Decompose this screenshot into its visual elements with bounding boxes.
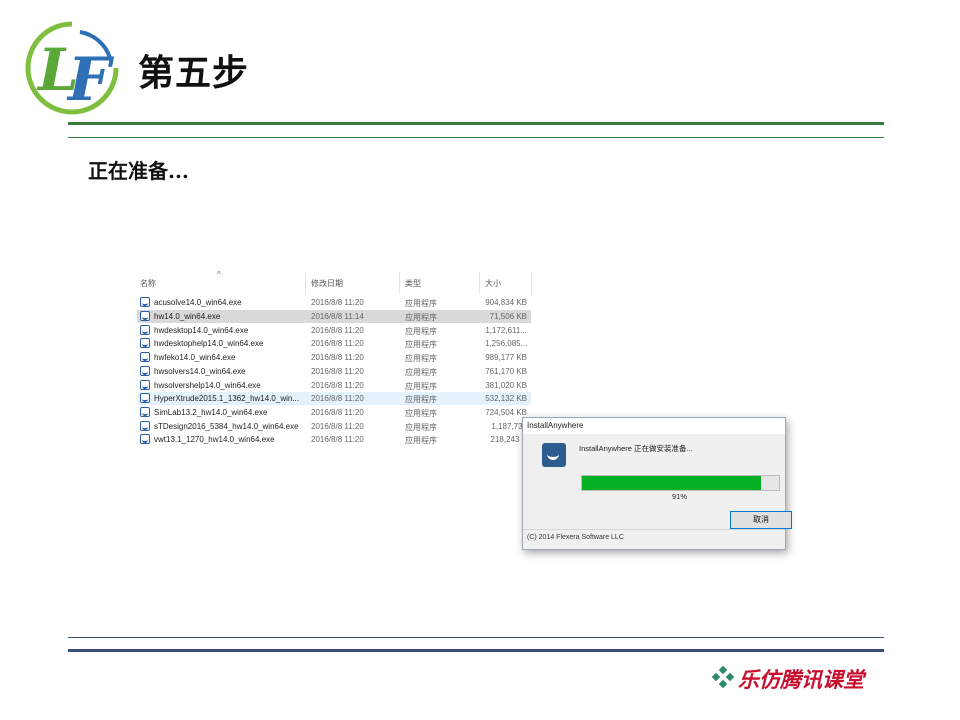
- file-row-selected[interactable]: hw14.0_win64.exe 2016/8/8 11:14 应用程序 71,506…: [137, 310, 531, 323]
- file-type: 应用程序: [405, 327, 437, 336]
- dialog-title: InstallAnywhere: [527, 421, 584, 430]
- copyright-text: (C) 2014 Flexera Software LLC: [527, 534, 624, 541]
- file-date: 2016/8/8 11:20: [311, 381, 364, 390]
- file-size: 71,506 KB: [489, 312, 527, 321]
- file-size: 218,243 K: [490, 435, 527, 444]
- executable-icon: [140, 407, 150, 417]
- column-header-name[interactable]: 名称: [140, 278, 156, 289]
- column-divider[interactable]: [479, 272, 480, 294]
- dialog-divider: [523, 529, 785, 530]
- file-size: 1,256,085...: [485, 339, 528, 348]
- file-date: 2016/8/8 11:20: [311, 298, 364, 307]
- column-divider[interactable]: [305, 272, 306, 294]
- file-row[interactable]: vwt13.1_1270_hw14.0_win64.exe 2016/8/8 11…: [137, 433, 531, 446]
- file-name: hwdesktophelp14.0_win64.exe: [154, 339, 264, 348]
- svg-text:F: F: [66, 45, 115, 115]
- file-size: 1,187,739: [491, 422, 527, 431]
- file-name: vwt13.1_1270_hw14.0_win64.exe: [154, 435, 275, 444]
- footer-rule-thin: [68, 637, 884, 638]
- file-date: 2016/8/8 11:20: [311, 339, 364, 348]
- file-name: SimLab13.2_hw14.0_win64.exe: [154, 408, 268, 417]
- file-type: 应用程序: [405, 436, 437, 445]
- column-divider[interactable]: [531, 272, 532, 294]
- progress-bar: [581, 475, 780, 491]
- file-row[interactable]: hwdesktophelp14.0_win64.exe 2016/8/8 11:2…: [137, 337, 531, 350]
- file-row[interactable]: hwdesktop14.0_win64.exe 2016/8/8 11:20 应用程…: [137, 324, 531, 337]
- installer-dialog: InstallAnywhere InstallAnywhere 正在做安装准备.…: [522, 417, 792, 550]
- progress-bar-fill: [582, 476, 761, 490]
- file-name: hwdesktop14.0_win64.exe: [154, 326, 249, 335]
- file-name: sTDesign2016_5384_hw14.0_win64.exe: [154, 422, 299, 431]
- footer-brand-text: 乐仿腾讯课堂: [738, 667, 864, 692]
- file-type: 应用程序: [405, 409, 437, 418]
- file-size: 532,132 KB: [485, 394, 527, 403]
- file-type: 应用程序: [405, 395, 437, 404]
- brand-diamond-icon: [712, 666, 734, 688]
- file-size: 381,020 KB: [485, 381, 527, 390]
- file-type: 应用程序: [405, 354, 437, 363]
- executable-icon: [140, 366, 150, 376]
- file-name: hwsolvershelp14.0_win64.exe: [154, 381, 261, 390]
- file-date: 2016/8/8 11:20: [311, 394, 364, 403]
- file-row[interactable]: hwsolvershelp14.0_win64.exe 2016/8/8 11:2…: [137, 379, 531, 392]
- executable-icon: [140, 434, 150, 444]
- column-header-date[interactable]: 修改日期: [311, 278, 343, 289]
- slide-subtitle: 正在准备...: [88, 159, 189, 183]
- file-date: 2016/8/8 11:20: [311, 367, 364, 376]
- lf-logo: L F: [25, 21, 119, 115]
- file-type: 应用程序: [405, 340, 437, 349]
- file-size: 1,172,611...: [485, 326, 527, 335]
- file-row[interactable]: hwfeko14.0_win64.exe 2016/8/8 11:20 应用程序 98…: [137, 351, 531, 364]
- file-date: 2016/8/8 11:20: [311, 435, 364, 444]
- slide-title: 第五步: [138, 53, 250, 94]
- file-type: 应用程序: [405, 368, 437, 377]
- file-explorer-list: ^ 名称 修改日期 类型 大小 acusolve14.0_win64.exe 20…: [137, 270, 535, 452]
- header-rule-thick: [68, 122, 884, 125]
- executable-icon: [140, 421, 150, 431]
- column-divider[interactable]: [399, 272, 400, 294]
- executable-icon: [140, 352, 150, 362]
- file-name: HyperXtrude2015.1_1362_hw14.0_win...: [154, 394, 299, 403]
- file-date: 2016/8/8 11:14: [311, 312, 364, 321]
- file-size: 761,170 KB: [485, 367, 527, 376]
- file-type: 应用程序: [405, 313, 437, 322]
- header-rule-thin: [68, 137, 884, 138]
- footer-rule-thick: [68, 649, 884, 652]
- file-size: 904,834 KB: [485, 298, 527, 307]
- file-type: 应用程序: [405, 423, 437, 432]
- installanywhere-app-icon: [542, 443, 566, 467]
- file-row[interactable]: acusolve14.0_win64.exe 2016/8/8 11:20 应用程序…: [137, 296, 531, 309]
- executable-icon: [140, 325, 150, 335]
- file-date: 2016/8/8 11:20: [311, 353, 364, 362]
- file-date: 2016/8/8 11:20: [311, 422, 364, 431]
- column-header-type[interactable]: 类型: [405, 278, 421, 289]
- file-date: 2016/8/8 11:20: [311, 408, 364, 417]
- progress-percent: 91%: [671, 492, 687, 501]
- file-name: acusolve14.0_win64.exe: [154, 298, 242, 307]
- file-row[interactable]: SimLab13.2_hw14.0_win64.exe 2016/8/8 11:2…: [137, 406, 531, 419]
- file-size: 989,177 KB: [485, 353, 527, 362]
- executable-icon: [140, 380, 150, 390]
- file-row[interactable]: hwsolvers14.0_win64.exe 2016/8/8 11:20 应用程…: [137, 365, 531, 378]
- file-row-hovered[interactable]: HyperXtrude2015.1_1362_hw14.0_win... 2016…: [137, 392, 531, 405]
- file-size: 724,504 KB: [485, 408, 527, 417]
- file-name: hw14.0_win64.exe: [154, 312, 221, 321]
- executable-icon: [140, 311, 150, 321]
- cancel-button[interactable]: 取消: [730, 511, 792, 529]
- file-type: 应用程序: [405, 299, 437, 308]
- executable-icon: [140, 338, 150, 348]
- executable-icon: [140, 393, 150, 403]
- file-date: 2016/8/8 11:20: [311, 326, 364, 335]
- dialog-message: InstallAnywhere 正在做安装准备...: [579, 444, 693, 453]
- executable-icon: [140, 297, 150, 307]
- file-name: hwfeko14.0_win64.exe: [154, 353, 236, 362]
- sort-ascending-icon[interactable]: ^: [217, 270, 221, 279]
- column-header-size[interactable]: 大小: [485, 278, 501, 289]
- file-name: hwsolvers14.0_win64.exe: [154, 367, 246, 376]
- file-row[interactable]: sTDesign2016_5384_hw14.0_win64.exe 2016/8…: [137, 420, 531, 433]
- file-type: 应用程序: [405, 382, 437, 391]
